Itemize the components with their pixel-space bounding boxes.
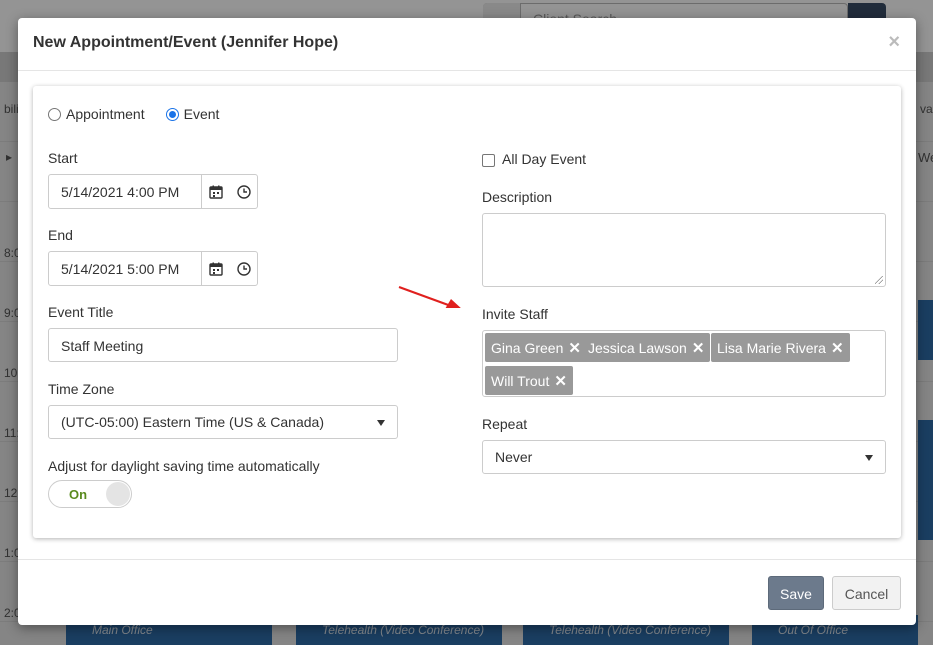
staff-tag-label: Gina Green [491, 340, 564, 356]
dst-label: Adjust for daylight saving time automati… [48, 458, 320, 474]
annotation-arrow-icon [398, 285, 461, 308]
event-form-panel: Appointment Event Start 5/14/2021 4:00 P… [33, 86, 901, 538]
chevron-down-icon [865, 455, 873, 461]
close-icon[interactable]: × [888, 31, 900, 54]
chevron-down-icon [377, 420, 385, 426]
repeat-value: Never [495, 449, 533, 465]
invite-staff-multiselect[interactable]: Gina Green ✕ Jessica Lawson ✕ Lisa Marie R… [482, 330, 886, 397]
remove-tag-icon[interactable]: ✕ [568, 340, 581, 357]
staff-tag: Jessica Lawson ✕ [582, 333, 711, 362]
calendar-icon[interactable] [201, 175, 229, 208]
time-zone-label: Time Zone [48, 381, 115, 397]
dialog-header: New Appointment/Event (Jennifer Hope) × [18, 18, 916, 71]
save-button[interactable]: Save [768, 576, 824, 610]
toggle-knob [106, 482, 130, 506]
dst-toggle-text: On [69, 487, 88, 502]
calendar-icon[interactable] [201, 252, 229, 285]
remove-tag-icon[interactable]: ✕ [831, 340, 844, 357]
end-datetime-field[interactable]: 5/14/2021 5:00 PM [48, 251, 258, 286]
start-datetime-value: 5/14/2021 4:00 PM [61, 184, 180, 200]
description-label: Description [482, 189, 553, 205]
appointment-radio[interactable] [48, 107, 61, 121]
event-title-label: Event Title [48, 304, 114, 320]
staff-tag-label: Will Trout [491, 373, 550, 389]
clock-icon[interactable] [229, 175, 258, 208]
staff-tag-label: Lisa Marie Rivera [717, 340, 826, 356]
event-radio[interactable] [165, 107, 179, 121]
remove-tag-icon[interactable]: ✕ [692, 340, 705, 357]
end-datetime-value: 5/14/2021 5:00 PM [61, 261, 180, 277]
dialog-title: New Appointment/Event (Jennifer Hope) [33, 34, 339, 51]
new-event-dialog: New Appointment/Event (Jennifer Hope) × … [18, 18, 916, 625]
all-day-label[interactable]: All Day Event [502, 151, 586, 167]
staff-tag: Will Trout ✕ [485, 366, 573, 395]
all-day-checkbox[interactable] [482, 154, 495, 167]
staff-tag: Lisa Marie Rivera ✕ [711, 333, 850, 362]
remove-tag-icon[interactable]: ✕ [554, 373, 567, 390]
time-zone-select[interactable]: (UTC-05:00) Eastern Time (US & Canada) [48, 405, 398, 439]
event-title-input[interactable]: Staff Meeting [48, 328, 398, 362]
cancel-button[interactable]: Cancel [832, 576, 901, 610]
description-textarea[interactable] [482, 213, 886, 287]
staff-tag: Gina Green ✕ [485, 333, 587, 362]
clock-icon[interactable] [229, 252, 258, 285]
dialog-footer: Save Cancel [18, 559, 916, 625]
dst-toggle[interactable]: On [48, 480, 132, 508]
appointment-radio-label[interactable]: Appointment [66, 106, 145, 122]
resize-grip-icon[interactable] [875, 276, 883, 284]
staff-tag-label: Jessica Lawson [588, 340, 687, 356]
repeat-label: Repeat [482, 416, 528, 432]
event-type-radio-group: Appointment Event [48, 106, 240, 122]
event-radio-label[interactable]: Event [184, 106, 220, 122]
invite-staff-label: Invite Staff [482, 306, 548, 322]
start-label: Start [48, 150, 78, 166]
repeat-select[interactable]: Never [482, 440, 886, 474]
end-label: End [48, 227, 73, 243]
start-datetime-field[interactable]: 5/14/2021 4:00 PM [48, 174, 258, 209]
time-zone-value: (UTC-05:00) Eastern Time (US & Canada) [61, 414, 324, 430]
